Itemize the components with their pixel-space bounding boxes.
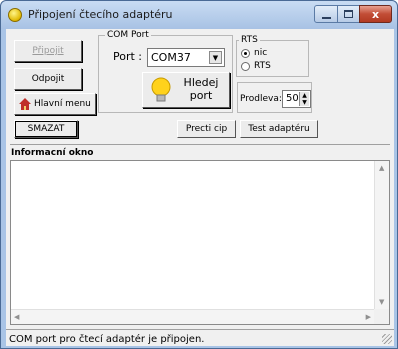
scroll-left-icon[interactable]: ◀ <box>14 313 19 321</box>
scroll-corner <box>374 309 389 324</box>
test-adapter-button-label: Test adaptéru <box>248 124 310 134</box>
info-window-title: Informacní okno <box>11 148 94 158</box>
rts-option-nic-label: nic <box>254 48 268 58</box>
status-bar: COM port pro čtecí adaptér je připojen. <box>6 329 394 346</box>
port-select[interactable]: COM37 ▼ <box>147 48 225 67</box>
scroll-up-icon[interactable]: ▲ <box>379 164 384 172</box>
com-port-group-label: COM Port <box>105 30 151 40</box>
read-chip-button-label: Precti cip <box>185 124 228 134</box>
main-menu-button[interactable]: Hlavní menu <box>14 93 96 115</box>
clear-button-label: SMAZAT <box>27 124 65 134</box>
scroll-right-icon[interactable]: ▶ <box>366 313 371 321</box>
disconnect-button-label: Odpojit <box>31 74 65 84</box>
close-icon: x <box>371 7 380 21</box>
rts-option-nic[interactable]: nic <box>241 48 267 58</box>
rts-group-label: RTS <box>239 35 260 45</box>
rts-option-rts[interactable]: RTS <box>241 61 271 71</box>
close-button[interactable]: x <box>359 5 392 23</box>
main-menu-button-label: Hlavní menu <box>34 99 91 109</box>
rts-group: RTS nic RTS <box>236 35 309 77</box>
connect-button-label: Připojit <box>32 46 64 56</box>
delay-group: Prodleva: 500 ▲ ▼ <box>237 82 312 113</box>
scroll-down-icon[interactable]: ▼ <box>379 298 384 306</box>
app-window: Připojení čtecího adaptéru x Připojit Od… <box>0 0 398 349</box>
resize-grip-icon[interactable] <box>382 334 392 344</box>
clear-button[interactable]: SMAZAT <box>14 120 78 138</box>
lightbulb-icon <box>151 77 171 102</box>
read-chip-button[interactable]: Precti cip <box>177 120 236 138</box>
maximize-icon <box>344 10 353 18</box>
horizontal-scrollbar[interactable]: ◀ ▶ <box>11 309 374 324</box>
minimize-icon <box>321 16 331 19</box>
test-adapter-button[interactable]: Test adaptéru <box>240 120 318 138</box>
client-area: Připojit Odpojit Hlavní menu COM Port Po… <box>6 29 394 346</box>
find-port-label-line2: port <box>189 89 213 102</box>
status-text: COM port pro čtecí adaptér je připojen. <box>9 334 205 345</box>
vertical-scrollbar[interactable]: ▲ ▼ <box>374 161 389 309</box>
delay-label: Prodleva: <box>240 94 282 104</box>
separator <box>10 144 390 145</box>
com-port-group: COM Port Port : COM37 ▼ Hledej port <box>98 30 233 113</box>
rts-option-rts-label: RTS <box>254 61 271 71</box>
window-title: Připojení čtecího adaptéru <box>28 8 173 21</box>
info-textarea[interactable]: ▲ ▼ ◀ ▶ <box>10 160 390 325</box>
minimize-button[interactable] <box>314 5 338 23</box>
connect-button[interactable]: Připojit <box>14 40 82 62</box>
port-label: Port : <box>113 50 143 63</box>
spin-arrows-icon[interactable]: ▲ ▼ <box>299 92 309 106</box>
smiley-icon <box>8 8 22 22</box>
radio-selected-icon <box>241 48 250 58</box>
maximize-button[interactable] <box>337 5 360 23</box>
title-bar[interactable]: Připojení čtecího adaptéru x <box>1 1 397 29</box>
delay-spinner[interactable]: 500 ▲ ▼ <box>282 90 311 108</box>
home-icon <box>19 98 31 110</box>
find-port-label-line1: Hledej <box>183 76 219 89</box>
radio-unselected-icon <box>241 61 250 71</box>
chevron-down-icon[interactable]: ▼ <box>209 51 222 64</box>
find-port-button[interactable]: Hledej port <box>142 72 230 108</box>
port-select-value: COM37 <box>151 51 191 64</box>
disconnect-button[interactable]: Odpojit <box>14 68 82 90</box>
